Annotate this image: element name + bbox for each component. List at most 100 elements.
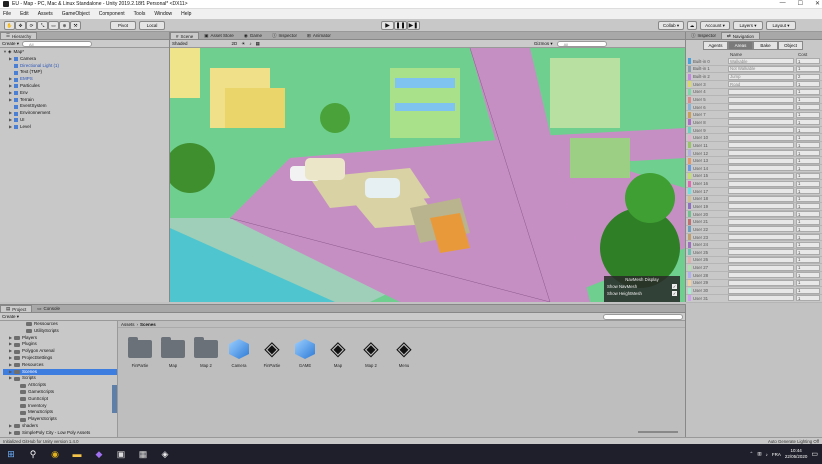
area-cost-field[interactable]: 1 bbox=[796, 287, 820, 294]
asset-item[interactable]: ◈ Menu bbox=[388, 338, 420, 368]
hierarchy-search-input[interactable]: All bbox=[22, 40, 93, 47]
asset-item[interactable]: GAME bbox=[289, 338, 321, 368]
area-name-field[interactable] bbox=[728, 264, 794, 271]
area-cost-field[interactable]: 1 bbox=[796, 172, 820, 179]
area-cost-field[interactable]: 1 bbox=[796, 104, 820, 111]
hier-item-level[interactable]: ▶ Level bbox=[3, 124, 169, 131]
area-cost-field[interactable]: 1 bbox=[796, 119, 820, 126]
menu-assets[interactable]: Assets bbox=[38, 11, 53, 17]
app-icon[interactable]: ▦ bbox=[135, 447, 151, 461]
area-name-field[interactable] bbox=[728, 226, 794, 233]
area-cost-field[interactable]: 1 bbox=[796, 111, 820, 118]
2d-toggle[interactable]: 2D bbox=[232, 41, 238, 46]
tab-project[interactable]: ▤ Project bbox=[0, 305, 33, 312]
area-cost-field[interactable]: 1 bbox=[796, 157, 820, 164]
local-button[interactable]: Local bbox=[139, 21, 165, 30]
zoom-slider[interactable] bbox=[638, 431, 678, 433]
area-color-swatch[interactable] bbox=[688, 180, 691, 187]
hier-item-directional-light[interactable]: Directional Light (1) bbox=[3, 63, 169, 70]
area-name-field[interactable] bbox=[728, 256, 794, 263]
object-tab[interactable]: Object bbox=[778, 41, 803, 50]
area-name-field[interactable] bbox=[728, 119, 794, 126]
hier-item-terrain[interactable]: ▶ Terrain bbox=[3, 97, 169, 104]
area-color-swatch[interactable] bbox=[688, 134, 691, 141]
area-color-swatch[interactable] bbox=[688, 73, 691, 80]
play-button[interactable]: ▶ bbox=[381, 21, 394, 30]
tab-inspector[interactable]: ⓘ Inspector bbox=[686, 32, 721, 39]
layout-button[interactable]: Layout ▾ bbox=[766, 21, 796, 30]
close-icon[interactable]: ✕ bbox=[815, 0, 820, 7]
area-name-field[interactable]: Road bbox=[728, 81, 794, 88]
area-name-field[interactable] bbox=[728, 203, 794, 210]
search-icon[interactable]: ⚲ bbox=[25, 447, 41, 461]
area-color-swatch[interactable] bbox=[688, 218, 691, 225]
breadcrumb-scenes[interactable]: Scenes bbox=[140, 322, 156, 327]
tab-animator[interactable]: ⊞ Animator bbox=[302, 32, 336, 39]
project-folder-item[interactable]: ▶ Scripts bbox=[3, 375, 117, 382]
project-folder-item[interactable]: AIScripts bbox=[3, 382, 117, 389]
gizmos-dropdown[interactable]: Gizmos ▾ bbox=[534, 41, 553, 47]
area-name-field[interactable] bbox=[728, 218, 794, 225]
area-cost-field[interactable]: 1 bbox=[796, 81, 820, 88]
menu-gameobject[interactable]: GameObject bbox=[62, 11, 90, 17]
area-cost-field[interactable]: 1 bbox=[796, 203, 820, 210]
project-folder-item[interactable]: Inventory bbox=[3, 403, 117, 410]
account-button[interactable]: Account ▾ bbox=[700, 21, 730, 30]
area-cost-field[interactable]: 1 bbox=[796, 165, 820, 172]
area-cost-field[interactable]: 1 bbox=[796, 96, 820, 103]
asset-item[interactable]: Map bbox=[157, 337, 189, 368]
area-cost-field[interactable]: 1 bbox=[796, 272, 820, 279]
area-color-swatch[interactable] bbox=[688, 188, 691, 195]
minimize-icon[interactable]: — bbox=[780, 0, 786, 7]
menu-tools[interactable]: Tools bbox=[134, 11, 146, 17]
audio-toggle-icon[interactable]: ♪ bbox=[249, 41, 251, 46]
notification-icon[interactable]: ▭ bbox=[811, 450, 818, 458]
visual-studio-icon[interactable]: ◆ bbox=[91, 447, 107, 461]
area-name-field[interactable] bbox=[728, 249, 794, 256]
hier-item-ui[interactable]: ▶ UI bbox=[3, 117, 169, 124]
project-folder-item[interactable]: ▶ Resources bbox=[3, 362, 117, 369]
area-cost-field[interactable]: 1 bbox=[796, 211, 820, 218]
scene-root-item[interactable]: ▼ ◈ Map* bbox=[3, 49, 169, 56]
asset-item[interactable]: ◈ Map bbox=[322, 338, 354, 368]
area-cost-field[interactable]: 1 bbox=[796, 58, 820, 65]
area-cost-field[interactable]: 1 bbox=[796, 249, 820, 256]
area-name-field[interactable] bbox=[728, 180, 794, 187]
area-color-swatch[interactable] bbox=[688, 104, 691, 111]
area-cost-field[interactable]: 1 bbox=[796, 127, 820, 134]
area-name-field[interactable] bbox=[728, 211, 794, 218]
tab-inspector-2[interactable]: ⓘ Inspector bbox=[267, 32, 302, 39]
store-icon[interactable]: ▣ bbox=[113, 447, 129, 461]
asset-item[interactable]: Camera bbox=[223, 338, 255, 368]
area-color-swatch[interactable] bbox=[688, 241, 691, 248]
area-color-swatch[interactable] bbox=[688, 287, 691, 294]
area-name-field[interactable] bbox=[728, 111, 794, 118]
area-name-field[interactable]: Jump bbox=[728, 73, 794, 80]
area-cost-field[interactable]: 1 bbox=[796, 234, 820, 241]
area-cost-field[interactable]: 1 bbox=[796, 142, 820, 149]
asset-item[interactable]: FinPartie bbox=[124, 337, 156, 368]
area-cost-field[interactable]: 1 bbox=[796, 195, 820, 202]
agents-tab[interactable]: Agents bbox=[703, 41, 728, 50]
area-color-swatch[interactable] bbox=[688, 226, 691, 233]
tab-asset-store[interactable]: ▣ Asset Store bbox=[199, 32, 239, 39]
menu-window[interactable]: Window bbox=[154, 11, 172, 17]
menu-component[interactable]: Component bbox=[99, 11, 125, 17]
chrome-icon[interactable]: ◉ bbox=[47, 447, 63, 461]
show-heightmesh-checkbox[interactable]: ✓ bbox=[672, 291, 677, 296]
area-cost-field[interactable]: 1 bbox=[796, 88, 820, 95]
area-cost-field[interactable]: 1 bbox=[796, 134, 820, 141]
area-color-swatch[interactable] bbox=[688, 165, 691, 172]
language-indicator[interactable]: FRA bbox=[772, 452, 781, 457]
area-name-field[interactable]: Walkable bbox=[728, 58, 794, 65]
lighting-toggle-icon[interactable]: ☀ bbox=[241, 41, 245, 47]
step-button[interactable]: ▶❚ bbox=[407, 21, 420, 30]
project-folder-item[interactable]: ▶ Scenes bbox=[3, 368, 117, 376]
project-folder-item[interactable]: MenuScripts bbox=[3, 409, 117, 416]
bake-tab[interactable]: Bake bbox=[753, 41, 778, 50]
rotate-tool-icon[interactable]: ⟳ bbox=[26, 21, 37, 30]
project-folder-item[interactable]: GameScripts bbox=[3, 389, 117, 396]
area-color-swatch[interactable] bbox=[688, 211, 691, 218]
shading-dropdown[interactable]: Shaded bbox=[172, 41, 188, 46]
area-name-field[interactable] bbox=[728, 165, 794, 172]
